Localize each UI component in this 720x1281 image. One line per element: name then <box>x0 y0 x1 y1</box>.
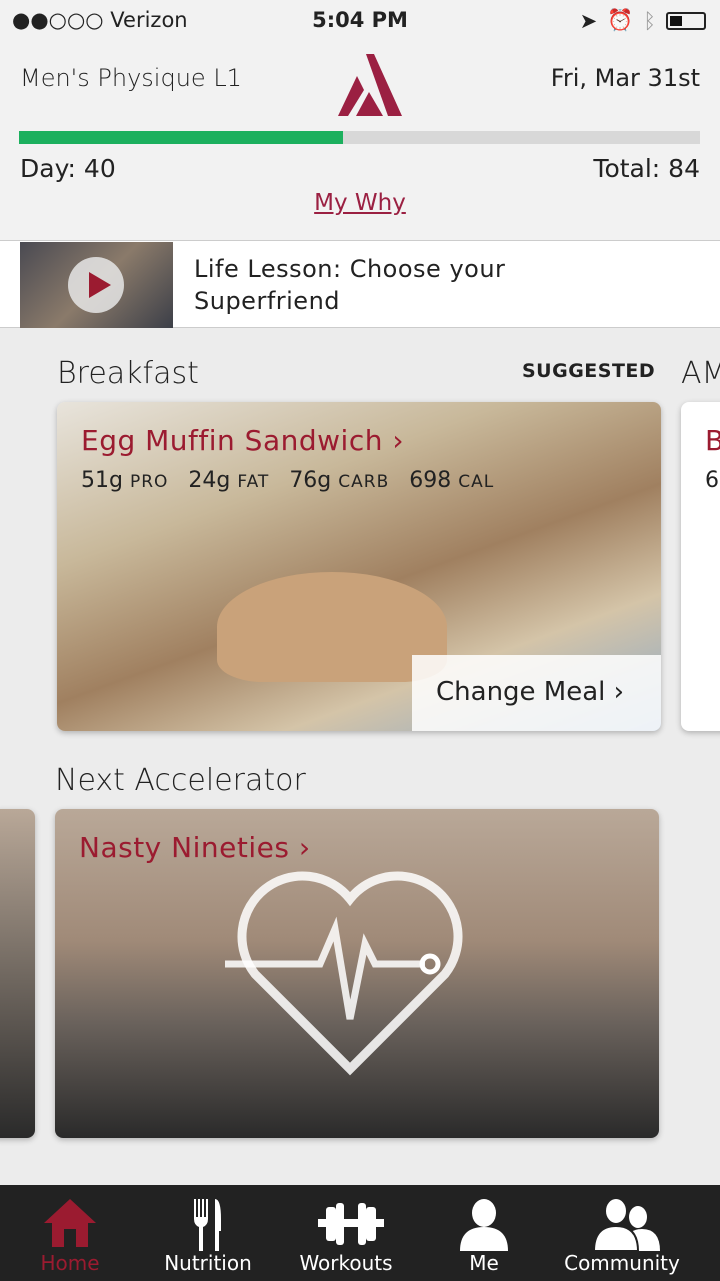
battery-icon <box>666 11 706 30</box>
tab-workouts[interactable]: Workouts <box>276 1185 416 1281</box>
current-date: Fri, Mar 31st <box>550 64 700 92</box>
alarm-icon: ⏰ <box>607 8 634 32</box>
breakfast-heading: Breakfast <box>57 356 199 391</box>
tab-nutrition[interactable]: Nutrition <box>138 1185 278 1281</box>
dumbbell-icon <box>318 1203 384 1245</box>
suggested-badge: SUGGESTED <box>522 360 656 382</box>
next-meal-macros: 6 <box>705 468 719 493</box>
location-icon: ➤ <box>579 8 598 33</box>
accelerator-heading: Next Accelerator <box>55 763 306 798</box>
program-header: Men's Physique L1 Fri, Mar 31st Day: 40 … <box>0 40 720 240</box>
my-why-link[interactable]: My Why <box>0 190 720 216</box>
lesson-title: Life Lesson: Choose your Superfriend <box>194 255 506 315</box>
chevron-right-icon: › <box>613 677 625 707</box>
bluetooth-icon: ᛒ <box>643 8 656 33</box>
chevron-right-icon: › <box>392 424 405 457</box>
meal-name: Egg Muffin Sandwich <box>81 424 383 457</box>
macro-calories: 698 CAL <box>409 468 495 493</box>
group-icon <box>594 1197 660 1252</box>
tab-community[interactable]: Community <box>552 1185 692 1281</box>
program-progress-bar <box>19 131 700 144</box>
tab-label: Home <box>40 1251 100 1275</box>
brand-logo <box>338 54 402 116</box>
chevron-right-icon: › <box>298 831 311 864</box>
next-meal-card[interactable]: B 6 <box>681 402 720 731</box>
play-icon[interactable] <box>68 257 124 313</box>
next-meal-name: B <box>705 424 720 457</box>
meal-card[interactable]: Egg Muffin Sandwich › 51g PRO 24g FAT 76… <box>57 402 661 731</box>
tab-bar: Home Nutrition Workouts Me Community <box>0 1185 720 1281</box>
next-meal-heading: AM <box>681 356 720 391</box>
tab-label: Me <box>469 1251 499 1275</box>
tab-label: Nutrition <box>164 1251 252 1275</box>
macros: 51g PRO 24g FAT 76g CARB 698 CAL <box>81 468 494 493</box>
tab-label: Community <box>564 1251 680 1275</box>
life-lesson-item[interactable]: Life Lesson: Choose your Superfriend <box>0 240 720 328</box>
status-icons: ➤ ⏰ ᛒ <box>580 8 706 33</box>
home-icon <box>44 1199 96 1247</box>
accelerator-card[interactable]: Nasty Nineties › <box>55 809 659 1138</box>
person-icon <box>460 1199 508 1251</box>
tab-home[interactable]: Home <box>0 1185 140 1281</box>
previous-accelerator-card[interactable] <box>0 809 35 1138</box>
status-bar: ●●○○○ Verizon 5:04 PM ➤ ⏰ ᛒ <box>0 0 720 40</box>
heart-rate-icon <box>225 871 463 1076</box>
macro-fat: 24g FAT <box>188 468 270 493</box>
macro-carb: 76g CARB <box>289 468 390 493</box>
tab-label: Workouts <box>299 1251 393 1275</box>
macro-protein: 51g PRO <box>81 468 169 493</box>
fork-knife-icon <box>194 1199 221 1251</box>
tab-me[interactable]: Me <box>414 1185 554 1281</box>
program-name: Men's Physique L1 <box>20 64 242 92</box>
day-count: Day: 40 <box>20 154 116 183</box>
lesson-thumbnail <box>20 242 173 328</box>
change-meal-button[interactable]: Change Meal › <box>412 655 661 731</box>
total-days: Total: 84 <box>593 154 700 183</box>
meal-name-link[interactable]: Egg Muffin Sandwich › <box>81 424 404 457</box>
accelerator-name-link[interactable]: Nasty Nineties › <box>79 831 311 864</box>
